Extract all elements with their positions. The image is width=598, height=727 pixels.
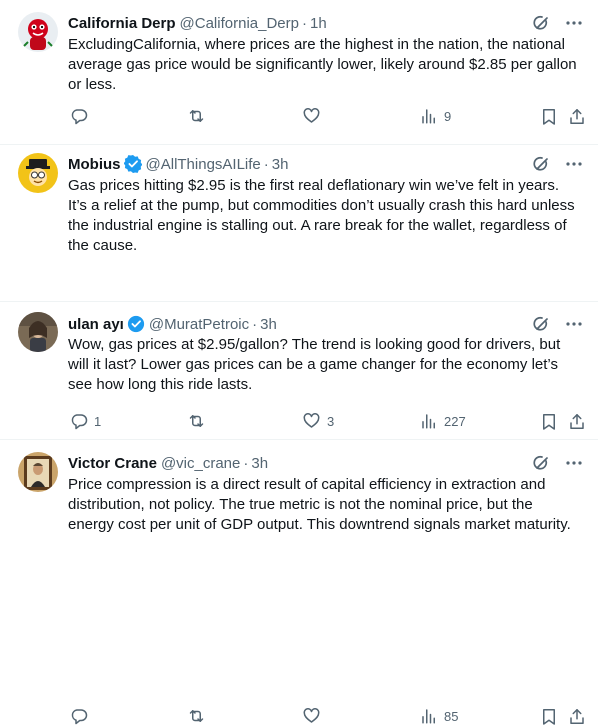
bookmark-icon (540, 707, 558, 726)
more-icon[interactable] (564, 154, 584, 174)
grok-icon[interactable] (532, 314, 552, 334)
post-text: Price compression is a direct result of … (68, 476, 571, 533)
separator-dot: · (263, 155, 269, 173)
separator-dot: · (252, 315, 258, 333)
reply-button[interactable] (70, 107, 94, 125)
like-button[interactable] (302, 707, 327, 725)
share-icon (568, 707, 586, 726)
views-icon (420, 107, 438, 125)
reply-icon (70, 107, 88, 125)
share-icon (568, 107, 586, 126)
share-button[interactable] (568, 707, 586, 726)
timestamp[interactable]: 3h (260, 316, 277, 333)
user-handle[interactable]: @AllThingsAILife (146, 156, 261, 173)
like-icon (302, 707, 321, 725)
views-button[interactable]: 9 (420, 107, 451, 125)
repost-icon (187, 707, 206, 725)
more-icon[interactable] (564, 13, 584, 33)
bookmark-icon (540, 107, 558, 126)
like-button[interactable] (302, 107, 327, 125)
views-button[interactable]: 85 (420, 707, 458, 725)
post-header: Victor Crane @vic_crane · 3h (68, 453, 584, 473)
views-count: 9 (444, 108, 452, 124)
grok-icon[interactable] (532, 13, 552, 33)
repost-button[interactable] (187, 107, 212, 125)
post-text: Gas prices hitting $2.95 is the first re… (68, 177, 575, 254)
repost-icon (187, 107, 206, 125)
reply-feed: California Derp @California_Derp · 1h Ex… (0, 0, 598, 725)
display-name[interactable]: Mobius (68, 156, 121, 173)
avatar[interactable] (18, 153, 58, 193)
more-icon[interactable] (564, 453, 584, 473)
avatar[interactable] (18, 12, 58, 52)
share-button[interactable] (568, 107, 586, 126)
post-header: California Derp @California_Derp · 1h (68, 13, 584, 33)
post-header: ulan ayı @MuratPetroic · 3h (68, 314, 584, 334)
bookmark-button[interactable] (540, 107, 558, 126)
post-mobius[interactable]: Mobius @AllThingsAILife · 3h Gas prices … (0, 145, 598, 430)
avatar[interactable] (18, 312, 58, 352)
display-name[interactable]: Victor Crane (68, 455, 157, 472)
post-california-derp[interactable]: California Derp @California_Derp · 1h Ex… (0, 0, 598, 145)
repost-button[interactable] (187, 707, 212, 725)
timestamp[interactable]: 1h (310, 15, 327, 32)
grok-icon[interactable] (532, 154, 552, 174)
bookmark-button[interactable] (540, 707, 558, 726)
user-handle[interactable]: @California_Derp (180, 15, 299, 32)
display-name[interactable]: ulan ayı (68, 316, 124, 333)
timestamp[interactable]: 3h (251, 455, 268, 472)
grok-icon[interactable] (532, 453, 552, 473)
post-text: Wow, gas prices at $2.95/gallon? The tre… (68, 336, 561, 393)
avatar[interactable] (18, 452, 58, 492)
action-bar: 85 (68, 707, 588, 727)
user-handle[interactable]: @vic_crane (161, 455, 240, 472)
post-text: ExcludingCalifornia, where prices are th… (68, 36, 577, 93)
verified-icon (123, 155, 142, 173)
views-count: 85 (444, 708, 459, 724)
timestamp[interactable]: 3h (272, 156, 289, 173)
reply-icon (70, 707, 88, 725)
separator-dot: · (243, 454, 249, 472)
like-icon (302, 107, 321, 125)
separator-dot: · (301, 14, 307, 32)
user-handle[interactable]: @MuratPetroic (149, 316, 249, 333)
action-bar: 9 (68, 107, 588, 127)
post-header: Mobius @AllThingsAILife · 3h (68, 154, 584, 174)
reply-button[interactable] (70, 707, 94, 725)
views-icon (420, 707, 438, 725)
post-ulan-ayi[interactable]: ulan ayı @MuratPetroic · 3h Wow, gas pri… (0, 302, 598, 725)
verified-icon (127, 315, 145, 333)
display-name[interactable]: California Derp (68, 15, 176, 32)
post-victor-crane[interactable]: Victor Crane @vic_crane · 3h Price compr… (0, 440, 598, 560)
more-icon[interactable] (564, 314, 584, 334)
